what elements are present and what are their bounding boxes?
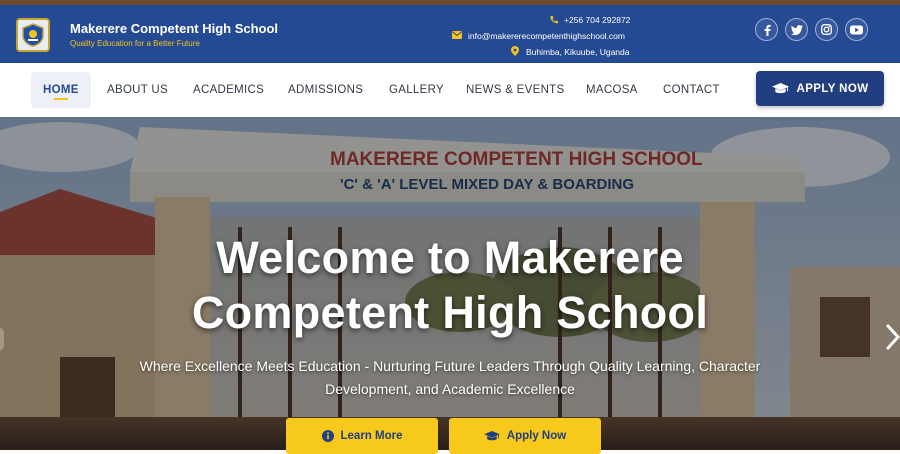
main-navigation: HOME ABOUT US ACADEMICS ADMISSIONS GALLE… (0, 63, 900, 117)
learn-more-label: Learn More (340, 430, 403, 442)
nav-macosa[interactable]: MACOSA (574, 72, 650, 108)
facebook-icon[interactable] (755, 18, 778, 41)
hero-subtitle: Where Excellence Meets Education - Nurtu… (139, 358, 761, 397)
youtube-icon[interactable] (845, 18, 868, 41)
chevron-right-icon (886, 324, 900, 350)
brand[interactable]: Makerere Competent High School Quality E… (16, 18, 278, 52)
top-header: Makerere Competent High School Quality E… (0, 0, 900, 63)
nav-news-events[interactable]: NEWS & EVENTS (454, 72, 576, 108)
hero-title: Welcome to Makerere Competent High Schoo… (100, 230, 800, 340)
email-icon (452, 31, 462, 41)
phone-number[interactable]: +256 704 292872 (564, 15, 630, 25)
info-circle-icon (321, 430, 334, 442)
school-tagline: Quality Education for a Better Future (70, 38, 200, 48)
instagram-icon[interactable] (815, 18, 838, 41)
contact-info: +256 704 292872 info@makererecompetenthi… (452, 13, 630, 61)
location-pin-icon (510, 46, 520, 58)
slider-prev-arrow[interactable] (0, 327, 4, 351)
apply-now-button[interactable]: APPLY NOW (756, 71, 884, 106)
hero-title-line-1: Welcome to Makerere (216, 232, 684, 283)
nav-admissions[interactable]: ADMISSIONS (276, 72, 375, 108)
graduation-cap-icon (771, 82, 789, 93)
nav-about-us[interactable]: ABOUT US (95, 72, 180, 108)
school-name: Makerere Competent High School (70, 20, 279, 36)
hero-apply-now-label: Apply Now (506, 430, 567, 442)
apply-now-label: APPLY NOW (796, 82, 869, 95)
hero-apply-now-button[interactable]: Apply Now (449, 418, 601, 454)
social-links (755, 18, 868, 41)
school-logo (16, 18, 50, 52)
nav-academics[interactable]: ACADEMICS (181, 72, 276, 108)
graduation-cap-icon (483, 430, 500, 440)
learn-more-button[interactable]: Learn More (286, 418, 438, 454)
nav-home[interactable]: HOME (31, 72, 91, 108)
slider-next-arrow[interactable] (884, 322, 900, 352)
hero-title-line-2: Competent High School (191, 287, 709, 338)
nav-contact[interactable]: CONTACT (651, 72, 732, 108)
twitter-icon[interactable] (785, 18, 808, 41)
location-text: Buhimba, Kikuube, Uganda (526, 47, 630, 57)
nav-gallery[interactable]: GALLERY (377, 72, 456, 108)
email-address[interactable]: info@makererecompetenthighschool.com (468, 31, 625, 41)
hero-section: MAKERERE COMPETENT HIGH SCHOOL 'C' & 'A'… (0, 117, 900, 450)
phone-icon (548, 15, 558, 26)
